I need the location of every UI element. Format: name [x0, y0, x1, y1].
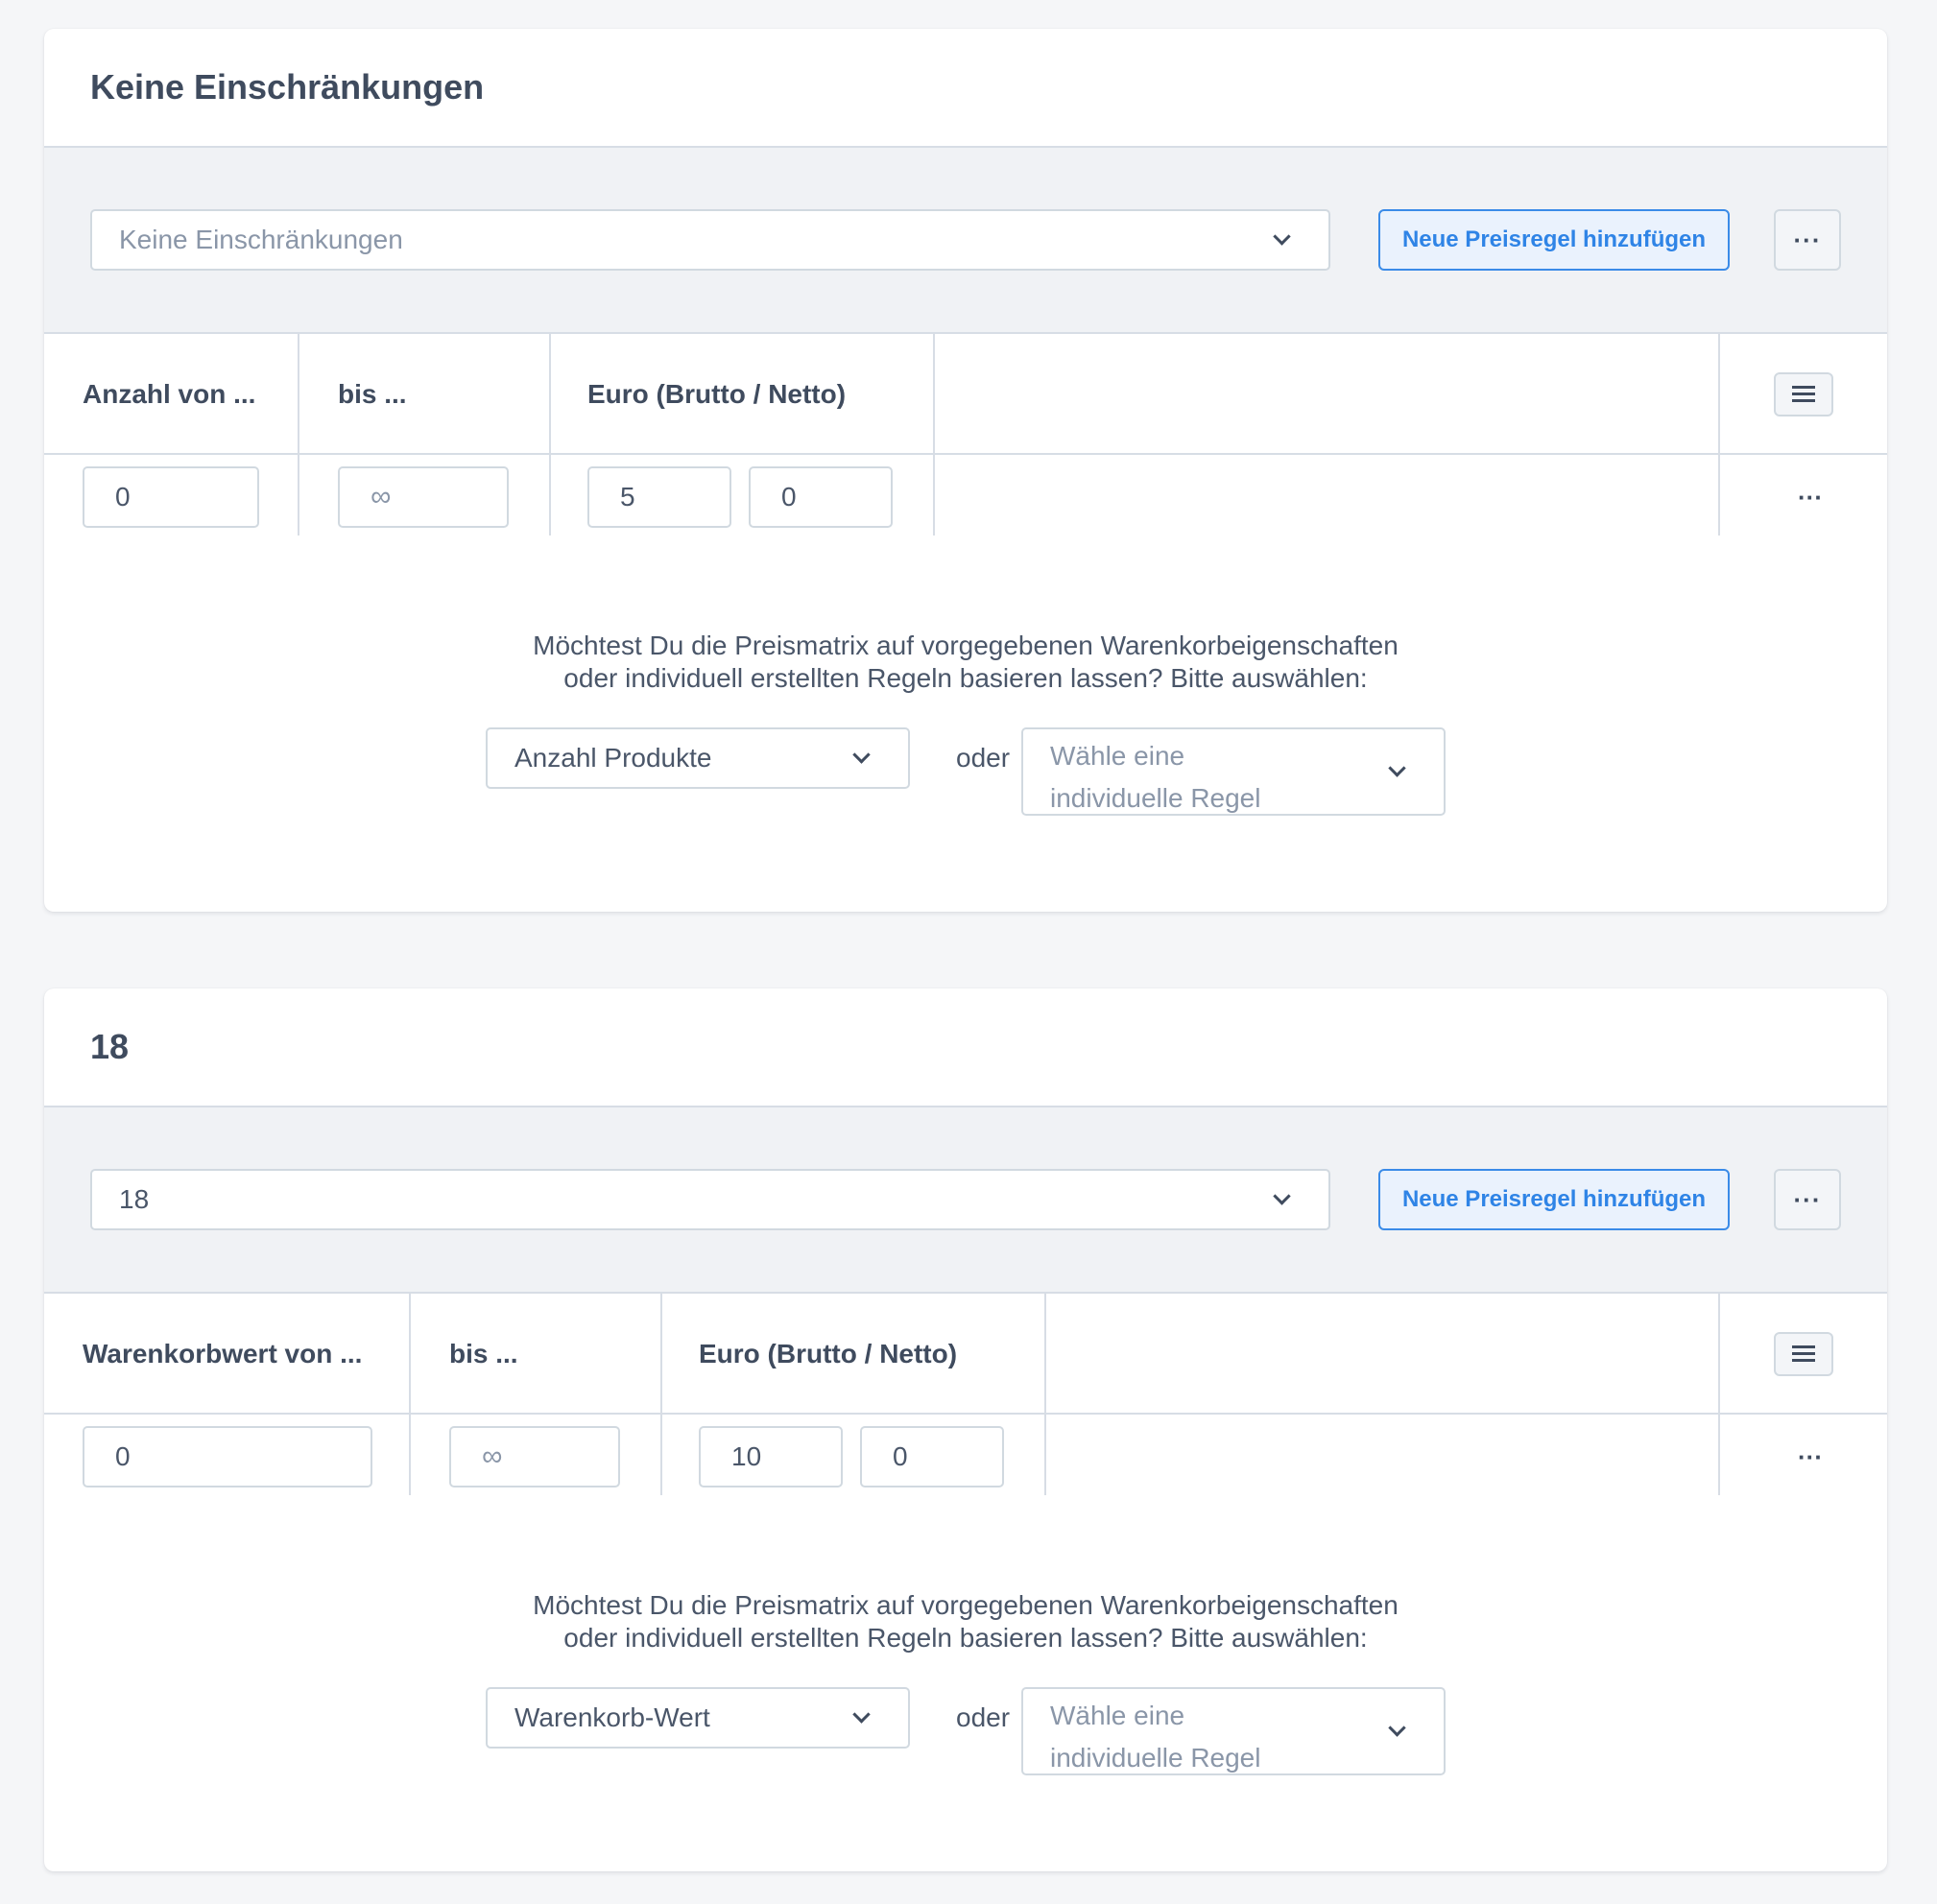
custom-rule-placeholder: individuelle Regel [1050, 1743, 1261, 1773]
restriction-select-value: Keine Einschränkungen [119, 225, 403, 254]
price-matrix-card: 18 18 Neue Preisregel hinzufügen ··· War… [44, 988, 1887, 1871]
from-input[interactable]: 0 [83, 466, 259, 528]
more-horizontal-icon: ··· [1793, 225, 1822, 254]
column-menu-button[interactable] [1774, 1332, 1833, 1376]
gross-price-input[interactable]: 10 [699, 1426, 843, 1488]
row-more-icon[interactable]: ··· [1791, 478, 1829, 516]
chevron-down-icon [852, 1705, 871, 1724]
custom-rule-select[interactable]: Wähle eine individuelle Regel [1021, 1687, 1446, 1775]
row-more-icon[interactable]: ··· [1791, 1438, 1829, 1476]
column-divider [933, 334, 935, 536]
cart-property-select[interactable]: Warenkorb-Wert [486, 1687, 910, 1749]
chevron-down-icon [1273, 227, 1291, 246]
more-options-button[interactable]: ··· [1774, 1169, 1841, 1230]
column-divider [1044, 1294, 1046, 1495]
card-toolbar: 18 Neue Preisregel hinzufügen ··· [44, 1107, 1887, 1294]
restriction-select[interactable]: 18 [90, 1169, 1330, 1230]
column-header-price: Euro (Brutto / Netto) [587, 379, 847, 409]
more-horizontal-icon: ··· [1793, 1184, 1822, 1214]
column-divider [1718, 334, 1720, 536]
cart-property-value: Anzahl Produkte [514, 743, 712, 773]
or-label: oder [956, 1702, 1011, 1732]
question-line: Möchtest Du die Preismatrix auf vorgegeb… [533, 1590, 1399, 1620]
or-label: oder [956, 743, 1011, 773]
more-options-button[interactable]: ··· [1774, 209, 1841, 271]
chevron-down-icon [1273, 1187, 1291, 1205]
card-title: 18 [90, 1027, 130, 1066]
card-toolbar: Keine Einschränkungen Neue Preisregel hi… [44, 148, 1887, 334]
custom-rule-select[interactable]: Wähle eine individuelle Regel [1021, 727, 1446, 816]
column-divider [409, 1294, 411, 1495]
column-divider [1718, 1294, 1720, 1495]
column-header-to: bis ... [449, 1339, 518, 1368]
to-input[interactable]: ∞ [449, 1426, 620, 1488]
price-grid: Warenkorbwert von ... bis ... Euro (Brut… [44, 1294, 1887, 1495]
restriction-select-value: 18 [119, 1184, 150, 1214]
question-line: Möchtest Du die Preismatrix auf vorgegeb… [533, 631, 1399, 660]
hamburger-menu-icon [1792, 386, 1815, 403]
add-price-rule-button[interactable]: Neue Preisregel hinzufügen [1378, 209, 1730, 271]
column-header-price: Euro (Brutto / Netto) [699, 1339, 958, 1368]
matrix-basis-question: Möchtest Du die Preismatrix auf vorgegeb… [44, 630, 1887, 695]
restriction-select[interactable]: Keine Einschränkungen [90, 209, 1330, 271]
from-input[interactable]: 0 [83, 1426, 372, 1488]
column-header-to: bis ... [338, 379, 407, 409]
to-input[interactable]: ∞ [338, 466, 509, 528]
column-divider [660, 1294, 662, 1495]
matrix-basis-question: Möchtest Du die Preismatrix auf vorgegeb… [44, 1589, 1887, 1654]
column-divider [298, 334, 299, 536]
net-price-input[interactable]: 0 [860, 1426, 1004, 1488]
card-header: Keine Einschränkungen [44, 29, 1887, 148]
card-title: Keine Einschränkungen [90, 67, 485, 107]
net-price-input[interactable]: 0 [749, 466, 893, 528]
column-header-from: Anzahl von ... [83, 379, 256, 409]
custom-rule-placeholder: Wähle eine [1050, 741, 1185, 771]
cart-property-select[interactable]: Anzahl Produkte [486, 727, 910, 789]
cart-property-value: Warenkorb-Wert [514, 1702, 710, 1732]
chevron-down-icon [852, 746, 871, 764]
card-header: 18 [44, 988, 1887, 1107]
grid-header-row [44, 334, 1887, 455]
custom-rule-placeholder: Wähle eine [1050, 1701, 1185, 1730]
column-divider [549, 334, 551, 536]
price-matrix-card: Keine Einschränkungen Keine Einschränkun… [44, 29, 1887, 912]
add-price-rule-button[interactable]: Neue Preisregel hinzufügen [1378, 1169, 1730, 1230]
column-header-from: Warenkorbwert von ... [83, 1339, 363, 1368]
hamburger-menu-icon [1792, 1345, 1815, 1363]
question-line: oder individuell erstellten Regeln basie… [563, 663, 1368, 693]
question-line: oder individuell erstellten Regeln basie… [563, 1623, 1368, 1653]
column-menu-button[interactable] [1774, 372, 1833, 416]
gross-price-input[interactable]: 5 [587, 466, 731, 528]
price-grid: Anzahl von ... bis ... Euro (Brutto / Ne… [44, 334, 1887, 536]
custom-rule-placeholder: individuelle Regel [1050, 783, 1261, 813]
